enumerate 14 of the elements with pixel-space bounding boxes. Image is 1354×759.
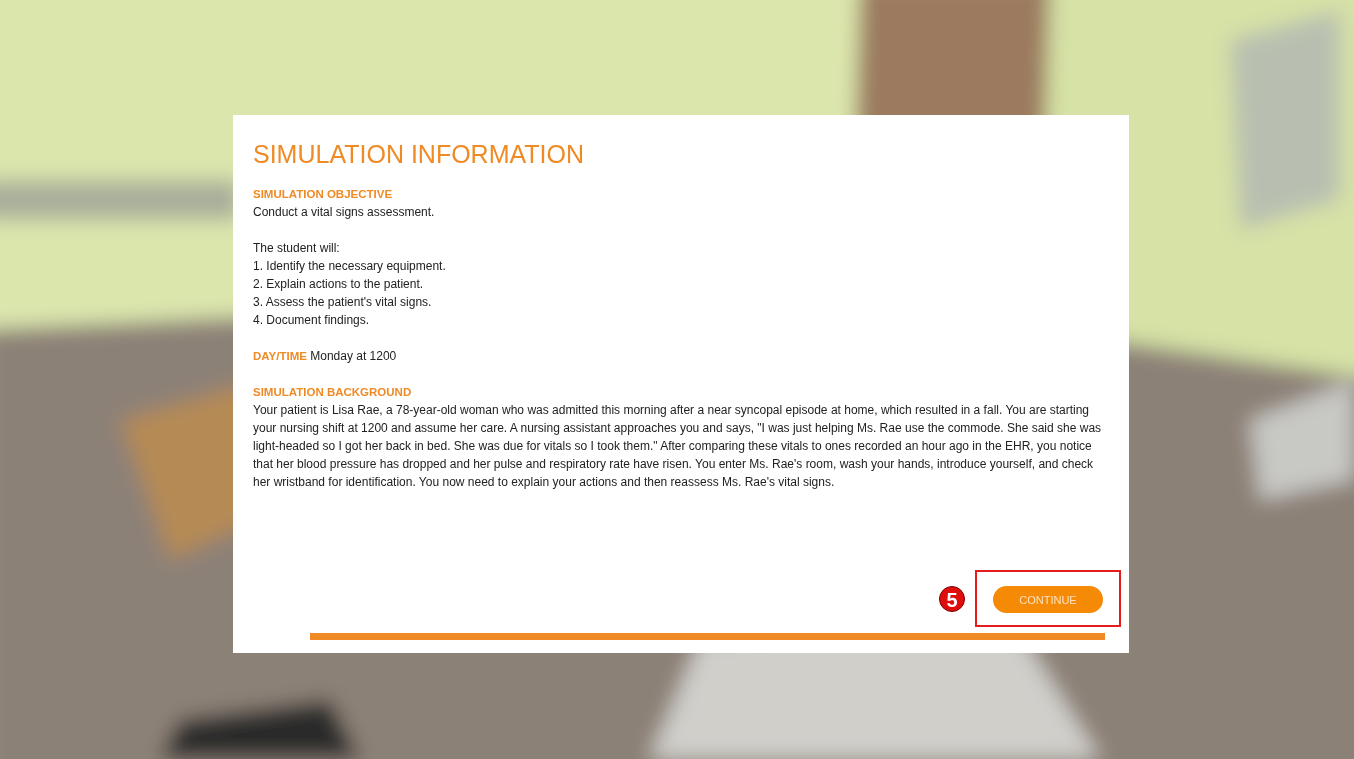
section-heading: SIMULATION BACKGROUND [253,385,413,400]
section-heading: SIMULATION OBJECTIVE [253,187,394,202]
continue-button[interactable]: CONTINUE [993,586,1103,613]
day-time-value: Monday at 1200 [310,349,397,363]
day-time-label: DAY/TIME [253,350,307,362]
goal-item: 2. Explain actions to the patient. [253,276,425,293]
objective-text: Conduct a vital signs assessment. [253,204,436,221]
goals-intro: The student will: [253,240,341,257]
step-badge: 5 [939,585,965,612]
goal-item: 4. Document findings. [253,312,371,329]
background-text: Your patient is Lisa Rae, a 78-year-old woman who was admitted this morning after a near syncopal episode at home, which resulted in a fall. You are starting your nursing shift at 1200 and assume her care. A nursing assistant approaches you and says, "I was just helping Ms. Rae use the commode. She said she was light-headed so I got her back in bed. She was due for vitals so I took them." After comparing these vitals to ones recorded an hour ago in the EHR, you notice that her blood pressure has dropped and her pulse and respiratory rate have risen. You enter Ms. Rae's room, wash your hands, introduce yourself, and check her wristband for identification. You now need to explain your actions and then reassess Ms. Rae's vital signs. [253,402,1103,491]
goal-item: 3. Assess the patient's vital signs. [253,294,433,311]
goal-item: 1. Identify the necessary equipment. [253,258,447,275]
dialog-title: SIMULATION INFORMATION [253,139,586,169]
